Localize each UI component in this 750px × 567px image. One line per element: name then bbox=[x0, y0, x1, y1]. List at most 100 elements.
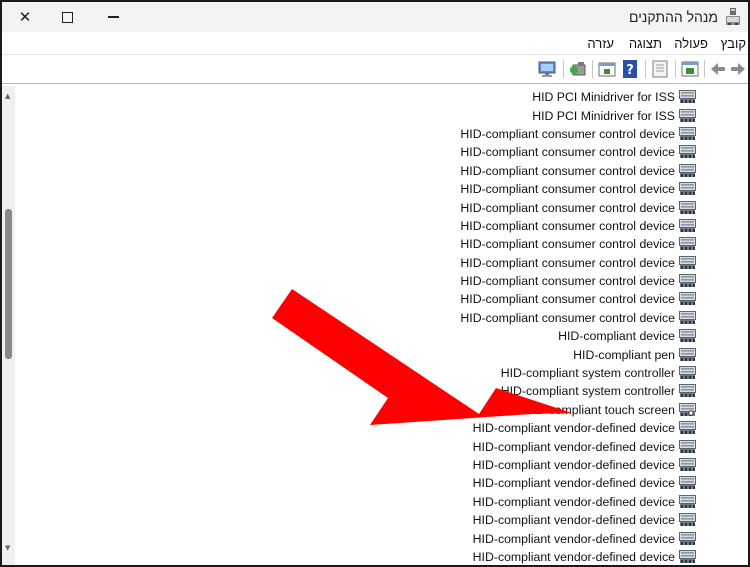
device-row[interactable]: HID-compliant system controller bbox=[16, 382, 696, 400]
close-icon: ✕ bbox=[18, 8, 32, 26]
device-row[interactable]: HID-compliant consumer control device bbox=[16, 162, 696, 180]
device-label: HID-compliant vendor-defined device bbox=[472, 549, 675, 564]
scan-hardware-icon[interactable] bbox=[568, 59, 588, 79]
minimize-icon bbox=[107, 16, 119, 18]
device-row[interactable]: HID-compliant consumer control device bbox=[16, 143, 696, 161]
device-row[interactable]: HID-compliant pen bbox=[16, 345, 696, 363]
hid-device-icon bbox=[679, 329, 696, 343]
toolbar-separator bbox=[704, 60, 705, 78]
properties-icon[interactable] bbox=[680, 59, 700, 79]
device-label: HID-compliant consumer control device bbox=[460, 310, 675, 325]
device-row[interactable]: HID-compliant consumer control device bbox=[16, 125, 696, 143]
hid-device-icon bbox=[679, 458, 696, 471]
device-label: HID-compliant consumer control device bbox=[460, 182, 675, 197]
menu-help[interactable]: עזרה bbox=[587, 36, 614, 51]
device-row[interactable]: HID-compliant consumer control device bbox=[16, 254, 696, 272]
device-manager-icon bbox=[726, 8, 740, 25]
device-row[interactable]: HID-compliant device bbox=[16, 327, 696, 345]
device-label: HID PCI Minidriver for ISS bbox=[532, 108, 675, 123]
device-list: HID PCI Minidriver for ISS HID PCI Minidr… bbox=[16, 88, 696, 565]
scroll-up-icon[interactable]: ▲ bbox=[5, 92, 10, 100]
device-label: HID-compliant consumer control device bbox=[460, 255, 675, 270]
device-row[interactable]: HID-compliant consumer control device bbox=[16, 235, 696, 253]
device-row[interactable]: HID-compliant consumer control device bbox=[16, 309, 696, 327]
device-label: HID-compliant consumer control device bbox=[460, 126, 675, 141]
device-label: HID-compliant consumer control device bbox=[460, 163, 675, 178]
device-row[interactable]: HID-compliant consumer control device bbox=[16, 180, 696, 198]
device-label: HID-compliant system controller bbox=[500, 384, 675, 399]
device-row[interactable]: HID-compliant vendor-defined device bbox=[16, 474, 696, 492]
toolbar: ? bbox=[2, 54, 748, 84]
maximize-icon bbox=[61, 11, 73, 23]
maximize-button[interactable] bbox=[44, 4, 90, 30]
device-row[interactable]: HID-compliant consumer control device bbox=[16, 198, 696, 216]
device-label: HID-compliant consumer control device bbox=[460, 200, 675, 215]
hid-device-icon bbox=[679, 347, 696, 361]
minimize-button[interactable] bbox=[90, 4, 136, 30]
device-label: HID-compliant touch screen bbox=[523, 402, 675, 417]
device-label: HID-compliant consumer control device bbox=[460, 237, 675, 252]
hid-device-icon bbox=[679, 255, 696, 269]
device-tree-pane[interactable]: ▲ ▼ HID PCI Minidriver for ISS HID PCI Mi… bbox=[2, 86, 748, 565]
forward-arrow-icon[interactable] bbox=[728, 59, 748, 79]
device-label: HID-compliant consumer control device bbox=[460, 145, 675, 160]
hid-device-icon bbox=[679, 292, 696, 306]
hid-device-icon bbox=[679, 274, 696, 288]
device-label: HID-compliant device bbox=[558, 329, 675, 344]
device-row[interactable]: HID-compliant consumer control device bbox=[16, 217, 696, 235]
toolbar-separator bbox=[563, 60, 564, 78]
device-row[interactable]: HID PCI Minidriver for ISS bbox=[16, 88, 696, 106]
device-label: HID-compliant vendor-defined device bbox=[472, 531, 675, 546]
hid-device-icon bbox=[679, 310, 696, 324]
hid-device-icon bbox=[679, 549, 696, 563]
device-row[interactable]: HID-compliant touch screen bbox=[16, 401, 696, 419]
close-button[interactable]: ✕ bbox=[2, 4, 48, 30]
menu-bar: קובץ פעולה תצוגה עזרה bbox=[2, 32, 748, 54]
show-hidden-icon[interactable] bbox=[650, 59, 670, 79]
device-label: HID-compliant consumer control device bbox=[460, 218, 675, 233]
hid-device-icon bbox=[679, 218, 696, 232]
back-arrow-icon[interactable] bbox=[708, 59, 728, 79]
hid-device-icon bbox=[679, 402, 696, 416]
hid-device-icon bbox=[679, 531, 696, 545]
hid-device-icon bbox=[679, 200, 696, 214]
device-row[interactable]: HID-compliant vendor-defined device bbox=[16, 529, 696, 547]
device-row[interactable]: HID-compliant vendor-defined device bbox=[16, 437, 696, 455]
hid-device-icon bbox=[679, 163, 696, 177]
device-label: HID-compliant consumer control device bbox=[460, 274, 675, 289]
device-label: HID-compliant vendor-defined device bbox=[472, 458, 675, 472]
device-row[interactable]: HID-compliant consumer control device bbox=[16, 290, 696, 308]
hid-device-icon bbox=[679, 237, 696, 251]
menu-action[interactable]: פעולה bbox=[674, 36, 708, 51]
hid-device-icon bbox=[679, 145, 696, 159]
device-row[interactable]: HID-compliant vendor-defined device bbox=[16, 419, 696, 437]
device-label: HID-compliant vendor-defined device bbox=[472, 476, 675, 491]
device-row[interactable]: HID-compliant vendor-defined device bbox=[16, 456, 696, 474]
vertical-scrollbar[interactable]: ▲ ▼ bbox=[2, 86, 15, 565]
device-manager-window: ✕ מנהל ההתקנים קובץ פעולה תצוגה עזרה ? ▲… bbox=[0, 0, 750, 567]
hid-device-icon bbox=[679, 439, 696, 453]
scroll-down-icon[interactable]: ▼ bbox=[5, 544, 10, 552]
menu-view[interactable]: תצוגה bbox=[629, 36, 662, 51]
device-label: HID-compliant vendor-defined device bbox=[472, 439, 675, 454]
hid-device-icon bbox=[679, 126, 696, 140]
device-row[interactable]: HID-compliant system controller bbox=[16, 364, 696, 382]
update-driver-icon[interactable] bbox=[597, 59, 617, 79]
hid-device-icon bbox=[679, 421, 696, 435]
help-icon[interactable]: ? bbox=[620, 59, 640, 79]
svg-text:?: ? bbox=[626, 63, 634, 78]
toolbar-separator bbox=[675, 60, 676, 78]
device-row[interactable]: HID-compliant vendor-defined device bbox=[16, 493, 696, 511]
scrollbar-thumb[interactable] bbox=[5, 209, 12, 359]
device-row[interactable]: HID-compliant consumer control device bbox=[16, 272, 696, 290]
device-label: HID-compliant pen bbox=[573, 347, 675, 362]
hid-device-icon bbox=[679, 494, 696, 508]
device-row[interactable]: HID PCI Minidriver for ISS bbox=[16, 106, 696, 124]
computer-icon[interactable] bbox=[537, 59, 557, 79]
device-label: HID-compliant vendor-defined device bbox=[472, 513, 675, 528]
menu-file[interactable]: קובץ bbox=[721, 36, 746, 51]
title-bar: ✕ מנהל ההתקנים bbox=[2, 2, 748, 32]
hid-device-icon bbox=[679, 513, 696, 527]
device-row[interactable]: HID-compliant vendor-defined device bbox=[16, 511, 696, 529]
device-row[interactable]: HID-compliant vendor-defined device bbox=[16, 548, 696, 565]
